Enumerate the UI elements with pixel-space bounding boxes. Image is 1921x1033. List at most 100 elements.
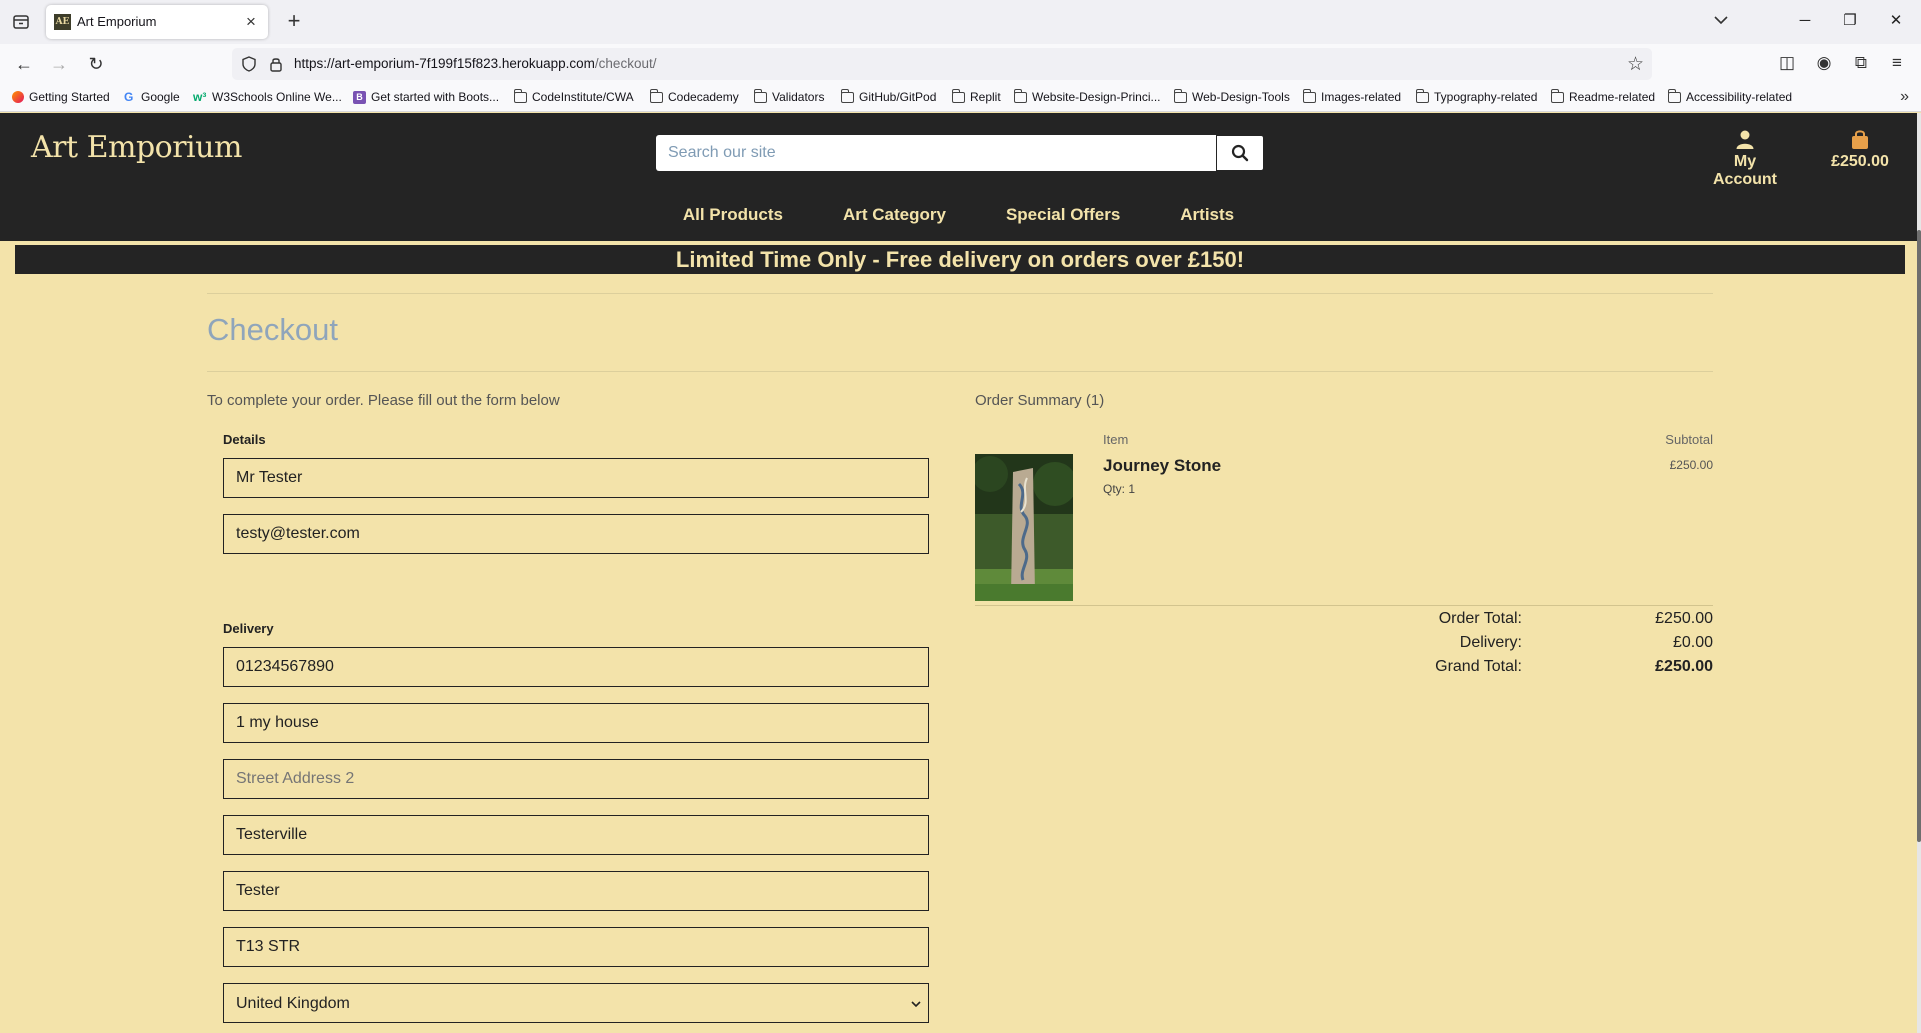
pocket-icon[interactable]: ◫: [1776, 52, 1798, 74]
list-all-tabs-chevron-icon[interactable]: [1706, 8, 1736, 34]
bookmark-folder-codeinstitute[interactable]: CodeInstitute/CWA: [514, 88, 634, 104]
bookmark-folder-images[interactable]: Images-related: [1303, 88, 1401, 104]
folder-icon: [1416, 88, 1429, 103]
bookmark-label: Website-Design-Princi...: [1032, 90, 1161, 104]
nav-art-category[interactable]: Art Category: [813, 205, 976, 225]
header-divider: [0, 241, 1917, 243]
bookmark-label: Get started with Boots...: [371, 90, 500, 104]
site-favicon-icon: AE: [54, 14, 71, 30]
lock-icon[interactable]: [268, 55, 284, 73]
reload-icon[interactable]: ↻: [84, 52, 108, 76]
bookmark-folder-typography[interactable]: Typography-related: [1416, 88, 1537, 104]
grand-total-label: Grand Total:: [1435, 658, 1522, 675]
tab-list-icon[interactable]: [10, 11, 32, 33]
bookmark-folder-github[interactable]: GitHub/GitPod: [841, 88, 937, 104]
street-address-1-field[interactable]: [223, 703, 929, 743]
url-text[interactable]: https://art-emporium-7f199f15f823.heroku…: [294, 56, 656, 71]
scrollbar-thumb[interactable]: [1917, 230, 1921, 842]
street-address-2-field[interactable]: [223, 759, 929, 799]
bookmark-label: Getting Started: [29, 90, 110, 104]
bookmark-label: Web-Design-Tools: [1192, 90, 1290, 104]
bookmark-folder-web-design-tools[interactable]: Web-Design-Tools: [1174, 88, 1290, 104]
divider: [207, 371, 1713, 372]
bookmark-w3schools[interactable]: w³ W3Schools Online We...: [193, 90, 342, 104]
back-icon[interactable]: ←: [12, 52, 36, 76]
order-summary-title: Order Summary (1): [975, 392, 1105, 409]
chevron-down-icon: [911, 1001, 921, 1008]
page-title: Checkout: [207, 312, 338, 347]
w3schools-icon: w³: [193, 89, 207, 104]
bookmark-folder-replit[interactable]: Replit: [952, 88, 1001, 104]
folder-icon: [650, 88, 663, 103]
folder-icon: [1668, 88, 1681, 103]
phone-number-field[interactable]: [223, 647, 929, 687]
bookmark-folder-codecademy[interactable]: Codecademy: [650, 88, 739, 104]
email-field[interactable]: [223, 514, 929, 554]
url-host: https://art-emporium-7f199f15f823.heroku…: [294, 56, 595, 71]
folder-icon: [1303, 88, 1316, 103]
product-name[interactable]: Journey Stone: [1103, 456, 1221, 476]
full-name-field[interactable]: [223, 458, 929, 498]
country-select[interactable]: United Kingdom: [223, 983, 929, 1023]
user-icon: [1736, 130, 1754, 149]
bookmark-folder-website-design[interactable]: Website-Design-Princi...: [1014, 88, 1161, 104]
bookmark-folder-readme[interactable]: Readme-related: [1551, 88, 1656, 104]
tracking-shield-icon[interactable]: [240, 55, 258, 73]
town-city-field[interactable]: [223, 815, 929, 855]
delivery-legend: Delivery: [223, 621, 274, 636]
county-field[interactable]: [223, 871, 929, 911]
nav-special-offers[interactable]: Special Offers: [976, 205, 1150, 225]
bookmark-google[interactable]: G Google: [124, 90, 180, 104]
my-account-link[interactable]: My Account: [1700, 129, 1790, 189]
bookmark-label: GitHub/GitPod: [859, 90, 937, 104]
new-tab-icon[interactable]: +: [282, 9, 306, 33]
bookmark-label: W3Schools Online We...: [212, 90, 342, 104]
extensions-icon[interactable]: ⧉: [1850, 52, 1872, 74]
bookmarks-bar: Getting Started G Google w³ W3Schools Onli…: [0, 84, 1921, 112]
tab-title: Art Emporium: [77, 14, 157, 29]
folder-icon: [841, 88, 854, 103]
firefox-icon: [12, 91, 24, 103]
browser-tab-bar: AE Art Emporium × + ─ ❐ ✕: [0, 0, 1921, 44]
bootstrap-icon: B: [353, 90, 366, 104]
nav-artists[interactable]: Artists: [1150, 205, 1264, 225]
bookmark-folder-validators[interactable]: Validators: [754, 88, 825, 104]
bookmark-folder-accessibility[interactable]: Accessibility-related: [1668, 88, 1792, 104]
page-scrollbar[interactable]: [1917, 113, 1921, 1033]
details-legend: Details: [223, 432, 266, 447]
search-button[interactable]: [1216, 135, 1264, 171]
bookmark-bootstrap[interactable]: B Get started with Boots...: [353, 90, 499, 104]
shopping-bag-icon: [1852, 130, 1868, 149]
folder-icon: [514, 88, 527, 103]
product-thumbnail[interactable]: [975, 454, 1073, 601]
grand-total-value: £250.00: [1655, 658, 1713, 675]
bookmark-label: Readme-related: [1569, 90, 1656, 104]
totals-divider: [975, 605, 1713, 606]
search-input[interactable]: [656, 135, 1216, 171]
cart-link[interactable]: £250.00: [1820, 129, 1900, 171]
bookmark-label: Validators: [772, 90, 825, 104]
account-circle-icon[interactable]: ◉: [1813, 52, 1835, 74]
close-tab-icon[interactable]: ×: [242, 13, 260, 31]
restore-window-icon[interactable]: ❐: [1835, 8, 1865, 34]
bookmark-star-icon[interactable]: ☆: [1627, 53, 1644, 76]
bookmark-label: Codecademy: [668, 90, 739, 104]
close-window-icon[interactable]: ✕: [1881, 8, 1911, 34]
minimize-window-icon[interactable]: ─: [1790, 8, 1820, 34]
col-head-subtotal: Subtotal: [1665, 432, 1713, 447]
site-logo[interactable]: Art Emporium: [31, 130, 242, 165]
divider: [207, 293, 1713, 294]
nav-all-products[interactable]: All Products: [653, 205, 813, 225]
bookmarks-overflow-icon[interactable]: »: [1900, 88, 1909, 106]
menu-hamburger-icon[interactable]: ≡: [1886, 52, 1908, 74]
browser-tab[interactable]: AE Art Emporium ×: [46, 5, 268, 39]
url-bar[interactable]: https://art-emporium-7f199f15f823.heroku…: [232, 48, 1652, 80]
folder-icon: [1551, 88, 1564, 103]
product-quantity: Qty: 1: [1103, 482, 1136, 496]
google-icon: G: [124, 89, 134, 104]
postcode-field[interactable]: [223, 927, 929, 967]
bookmark-getting-started[interactable]: Getting Started: [12, 90, 110, 104]
delivery-cost-value: £0.00: [1672, 634, 1713, 651]
forward-icon[interactable]: →: [47, 52, 71, 76]
bookmark-label: Replit: [970, 90, 1001, 104]
